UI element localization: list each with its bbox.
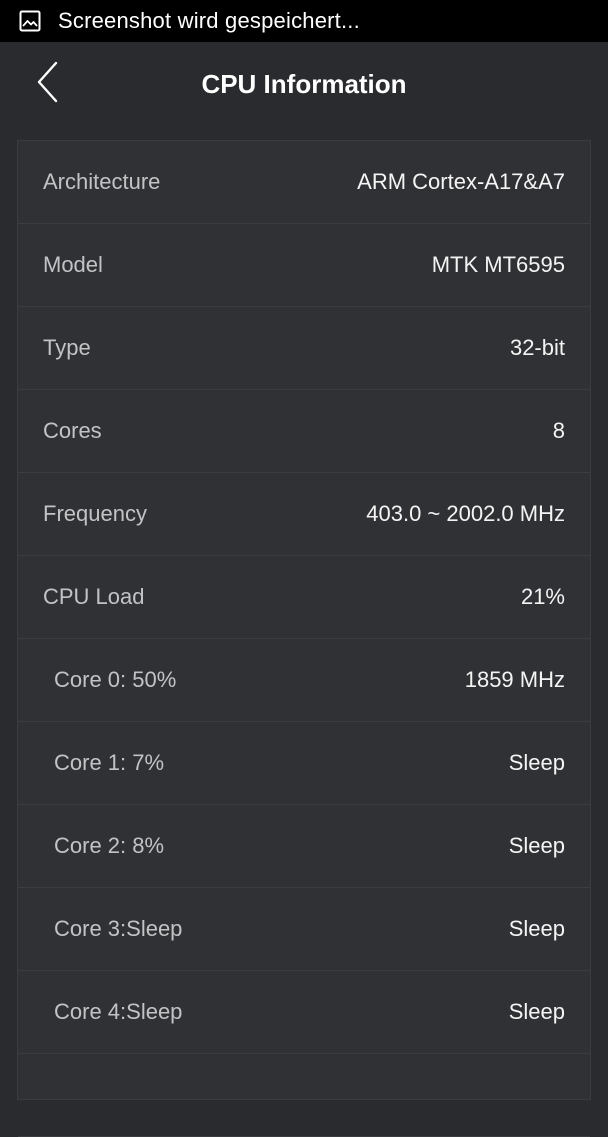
row-value: 21% <box>520 584 565 609</box>
row-partial <box>18 1054 590 1137</box>
row-label: Frequency <box>43 501 147 526</box>
row-cpu-load: CPU Load 21% <box>18 556 590 639</box>
status-notification-text: Screenshot wird gespeichert... <box>58 8 360 33</box>
row-label: Type <box>43 335 91 360</box>
row-label: Model <box>43 252 103 277</box>
row-core-4: Core 4:Sleep Sleep <box>18 971 590 1054</box>
chevron-left-icon <box>35 60 61 109</box>
row-core-3: Core 3:Sleep Sleep <box>18 888 590 971</box>
row-label: Architecture <box>43 169 161 194</box>
row-value: ARM Cortex-A17&A7 <box>357 169 565 194</box>
row-value: Sleep <box>508 916 565 941</box>
row-label: Core 3:Sleep <box>54 916 183 941</box>
status-bar: Screenshot wird gespeichert... <box>0 0 608 42</box>
row-label: Core 4:Sleep <box>54 999 183 1024</box>
row-value: 32-bit <box>509 335 565 360</box>
row-label: Core 1: 7% <box>54 750 165 775</box>
cpu-info-list: Architecture ARM Cortex-A17&A7 Model MTK… <box>17 140 591 1137</box>
row-value: 403.0 ~ 2002.0 MHz <box>366 501 565 526</box>
page-title: CPU Information <box>201 68 407 99</box>
image-icon <box>18 9 42 33</box>
row-value: Sleep <box>508 999 565 1024</box>
row-core-2: Core 2: 8% Sleep <box>18 805 590 888</box>
row-label: CPU Load <box>43 584 145 609</box>
row-model: Model MTK MT6595 <box>18 224 590 307</box>
row-value: Sleep <box>508 833 565 858</box>
row-value: 8 <box>552 418 565 443</box>
row-frequency: Frequency 403.0 ~ 2002.0 MHz <box>18 473 590 556</box>
row-value: MTK MT6595 <box>431 252 565 277</box>
row-core-0: Core 0: 50% 1859 MHz <box>18 639 590 722</box>
row-label: Core 2: 8% <box>54 833 165 858</box>
row-label: Core 0: 50% <box>54 667 177 692</box>
row-value: 1859 MHz <box>464 667 565 692</box>
row-core-1: Core 1: 7% Sleep <box>18 722 590 805</box>
row-cores: Cores 8 <box>18 390 590 473</box>
row-type: Type 32-bit <box>18 307 590 390</box>
app-bar: CPU Information <box>0 42 608 126</box>
back-button[interactable] <box>24 60 72 108</box>
row-label: Cores <box>43 418 102 443</box>
row-architecture: Architecture ARM Cortex-A17&A7 <box>18 141 590 224</box>
row-value: Sleep <box>508 750 565 775</box>
